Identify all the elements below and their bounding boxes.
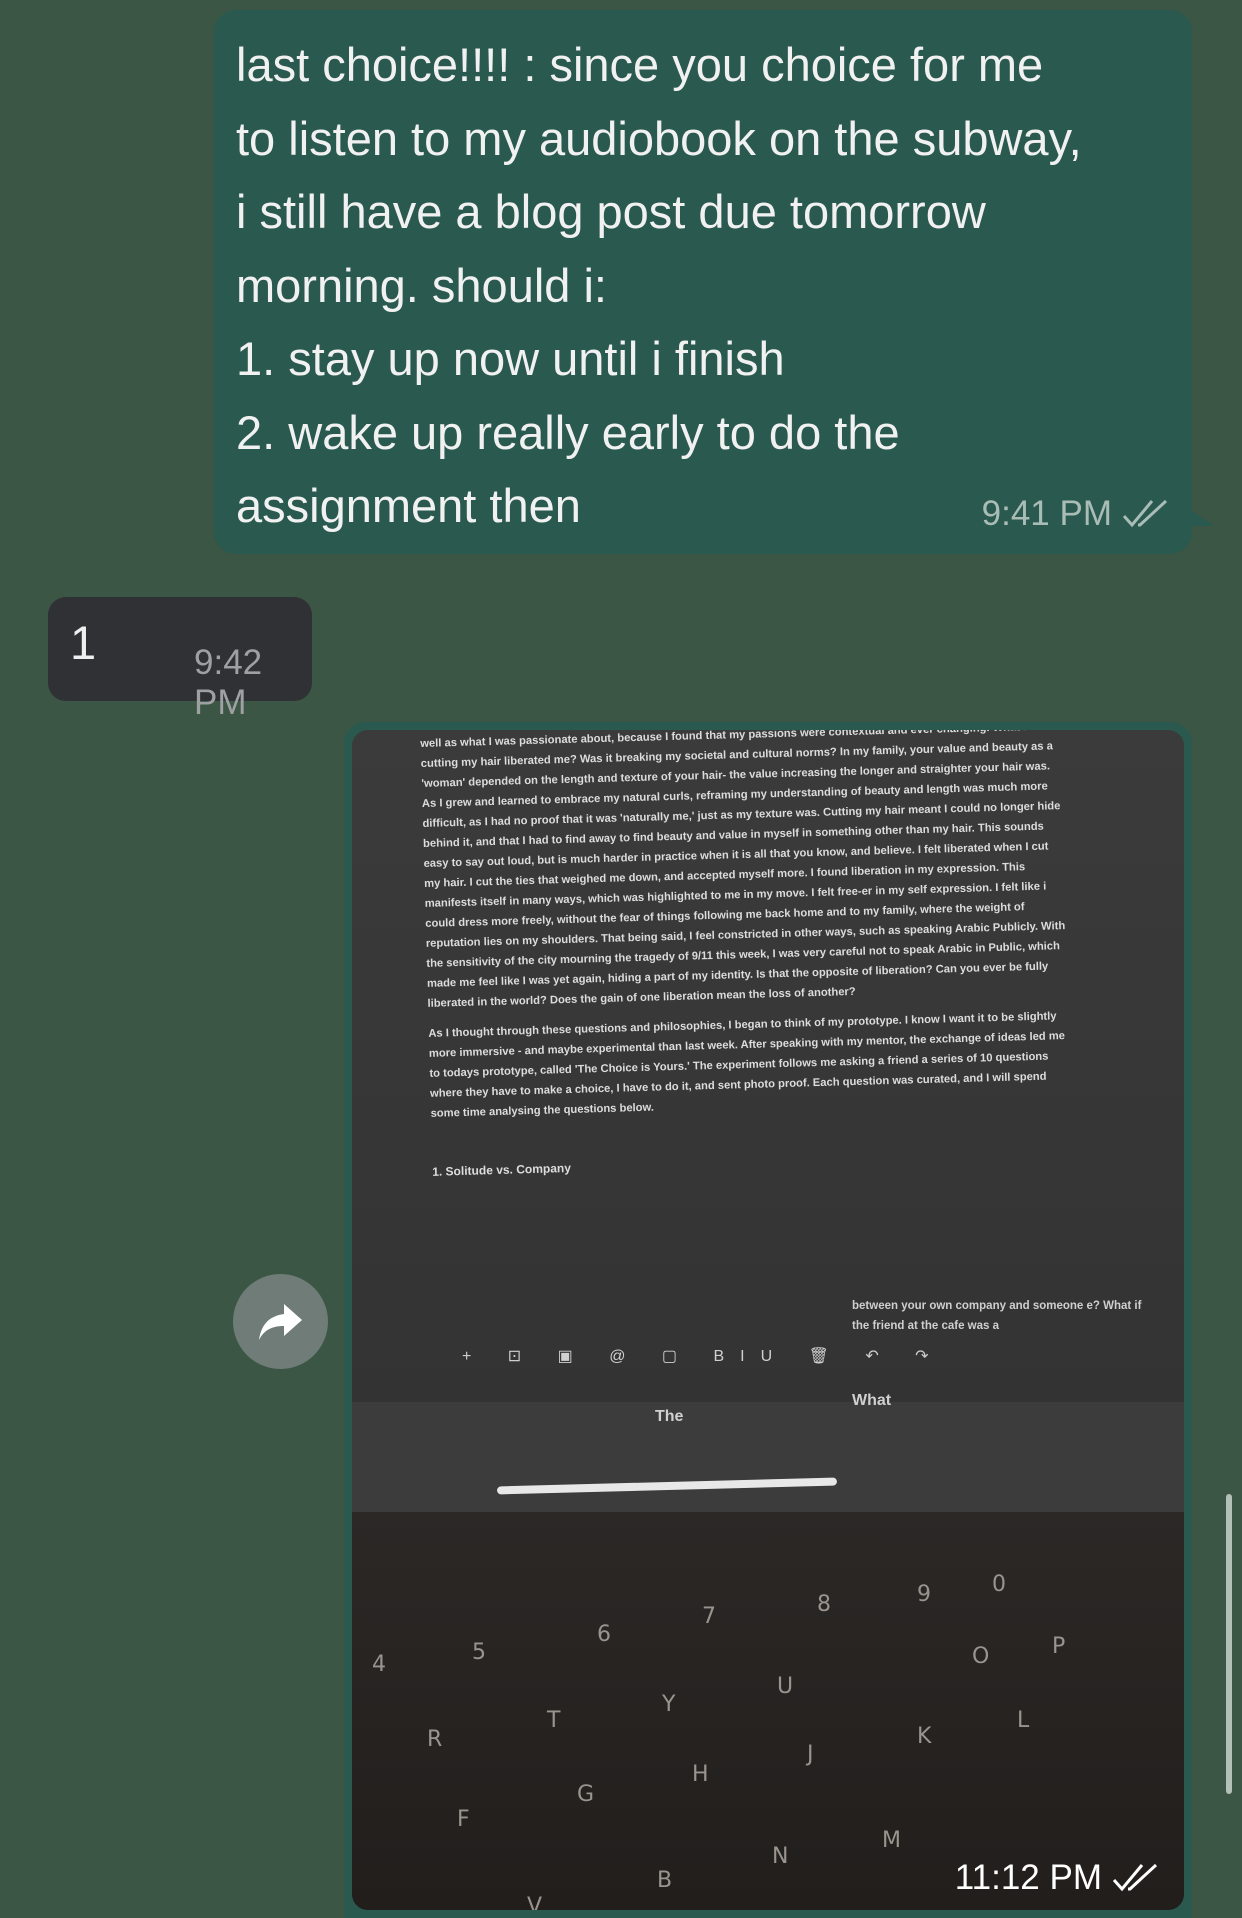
suggestion-word: What: [852, 1392, 892, 1409]
home-indicator: [496, 1477, 838, 1495]
forward-button[interactable]: [233, 1274, 328, 1369]
document-toolbar: + ⊡ ▣ @ ▢ BIU 🗑 ↶ ↷: [462, 1348, 945, 1365]
suggestion-word: The: [655, 1408, 684, 1425]
photo-document-text: well as what I was passionate about, bec…: [420, 730, 1072, 1182]
message-meta: 9:42 PM: [194, 643, 312, 723]
message-meta: 11:12 PM: [955, 1858, 1160, 1898]
message-time: 9:41 PM: [981, 494, 1112, 533]
photo-suggestion-bar: The What: [352, 1392, 1184, 1512]
photo-attachment[interactable]: well as what I was passionate about, bec…: [352, 730, 1184, 1910]
document-paragraph: well as what I was passionate about, bec…: [420, 730, 1066, 1010]
message-time: 11:12 PM: [954, 1858, 1102, 1897]
scroll-indicator[interactable]: [1226, 1494, 1232, 1794]
document-paragraph: As I thought through these questions and…: [428, 1010, 1066, 1120]
message-time: 9:42 PM: [194, 643, 263, 722]
outgoing-message-bubble[interactable]: last choice!!!! : since you choice for m…: [214, 10, 1214, 554]
message-text: 1: [70, 616, 97, 669]
message-text: last choice!!!! : since you choice for m…: [236, 38, 1082, 532]
document-list-item: 1. Solitude vs. Company: [432, 1160, 572, 1179]
document-side-note: between your own company and someone e? …: [852, 1300, 1142, 1332]
photo-document-screen: well as what I was passionate about, bec…: [352, 730, 1184, 1402]
incoming-message-bubble[interactable]: 1 9:42 PM: [48, 597, 312, 722]
message-meta: 9:41 PM: [982, 494, 1170, 534]
photo-keyboard: 4 5 6 7 8 9 0 R T Y U O P F G H J K L V: [352, 1512, 1184, 1910]
chat-view: last choice!!!! : since you choice for m…: [0, 0, 1242, 1918]
double-check-icon: [1122, 499, 1168, 528]
outgoing-photo-bubble[interactable]: well as what I was passionate about, bec…: [344, 722, 1192, 1918]
double-check-icon: [1112, 1863, 1158, 1892]
forward-arrow-icon: [258, 1303, 302, 1340]
